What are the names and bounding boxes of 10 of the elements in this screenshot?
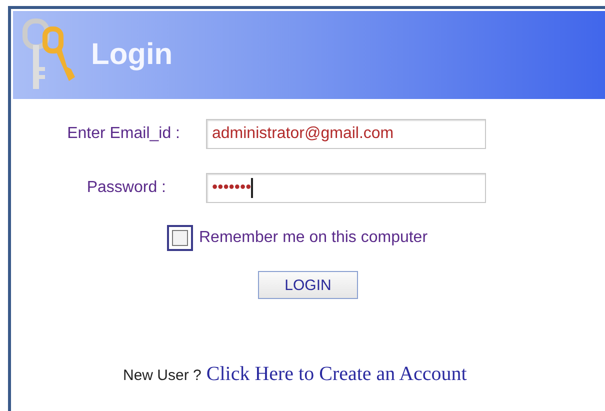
- password-field[interactable]: •••••••: [206, 173, 486, 203]
- login-button[interactable]: LOGIN: [258, 271, 358, 299]
- new-user-prompt: New User ?: [123, 367, 202, 384]
- header-title: Login: [91, 38, 173, 72]
- field-label: Enter Email_id :: [66, 125, 181, 143]
- remember-label: Remember me on this computer: [199, 229, 428, 247]
- email-field[interactable]: administrator@gmail.com: [206, 119, 486, 149]
- field-label: Password :: [86, 179, 167, 197]
- create-account-link[interactable]: Click Here to Create an Account: [206, 363, 467, 386]
- remember-checkbox[interactable]: [167, 225, 193, 251]
